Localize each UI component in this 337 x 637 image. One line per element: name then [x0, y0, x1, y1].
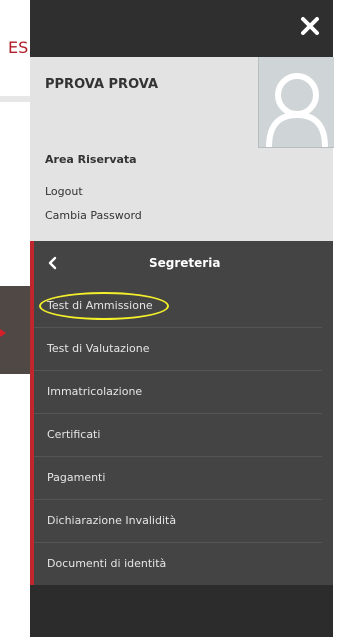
menu-item-pagamenti[interactable]: Pagamenti: [34, 457, 322, 500]
close-icon[interactable]: [298, 14, 322, 38]
area-riservata-label: Area Riservata: [45, 153, 137, 166]
profile-panel: PPROVA PROVA Area Riservata Logout Cambi…: [30, 57, 334, 241]
user-avatar-icon: [258, 57, 334, 148]
side-drawer: PPROVA PROVA Area Riservata Logout Cambi…: [30, 0, 334, 637]
menu-item-label: Dichiarazione Invalidità: [47, 514, 177, 527]
user-name: PPROVA PROVA: [45, 77, 159, 92]
menu-item-label: Test di Valutazione: [47, 342, 150, 355]
menu-item-label: Certificati: [47, 428, 101, 441]
logout-link[interactable]: Logout: [45, 185, 83, 198]
menu-item-documenti-di-identita[interactable]: Documenti di identità: [34, 543, 322, 585]
background-divider: [0, 96, 30, 102]
close-icon-glyph: [301, 17, 319, 35]
section-accent-bar: [30, 241, 34, 585]
section-title: Segreteria: [149, 256, 221, 270]
menu-item-dichiarazione-invalidita[interactable]: Dichiarazione Invalidità: [34, 500, 322, 543]
menu-item-immatricolazione[interactable]: Immatricolazione: [34, 371, 322, 414]
menu-item-label: Immatricolazione: [47, 385, 143, 398]
background-partial-text: ES: [8, 38, 29, 57]
drawer-bottom-area: [30, 585, 333, 637]
segreteria-menu: Test di Ammissione Test di Valutazione I…: [34, 285, 322, 585]
menu-item-test-di-valutazione[interactable]: Test di Valutazione: [34, 328, 322, 371]
background-arrow-marker: [0, 329, 6, 337]
menu-item-label: Test di Ammissione: [47, 299, 153, 312]
menu-item-label: Documenti di identità: [47, 557, 167, 570]
chevron-left-icon[interactable]: [46, 256, 60, 270]
section-header: Segreteria: [34, 241, 333, 285]
menu-item-label: Pagamenti: [47, 471, 106, 484]
menu-item-test-di-ammissione[interactable]: Test di Ammissione: [34, 285, 322, 328]
change-password-link[interactable]: Cambia Password: [45, 209, 142, 222]
menu-item-certificati[interactable]: Certificati: [34, 414, 322, 457]
segreteria-section: Segreteria Test di Ammissione Test di Va…: [30, 241, 333, 585]
drawer-top-bar: [30, 0, 333, 57]
